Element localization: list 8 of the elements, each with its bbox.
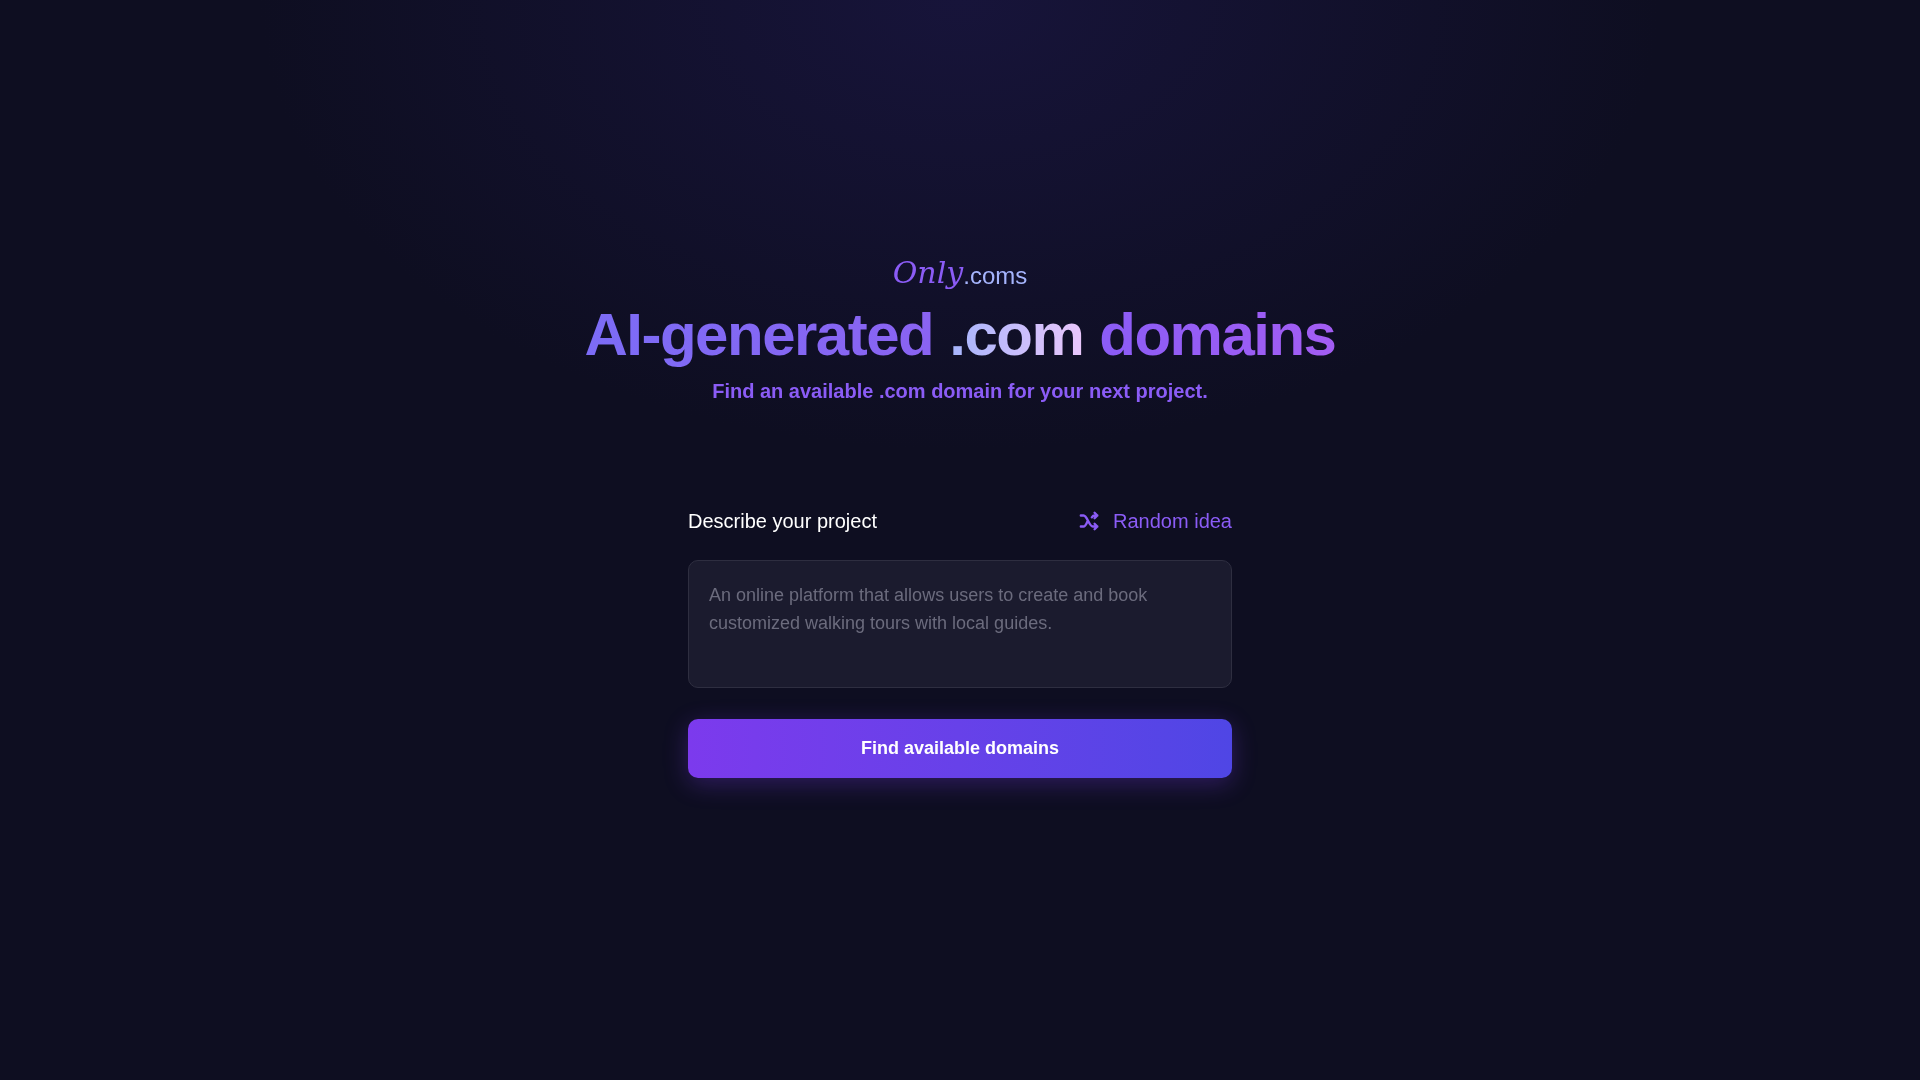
field-label: Describe your project — [688, 509, 877, 534]
subtitle: Find an available .com domain for your next project. — [712, 379, 1208, 404]
project-description-field[interactable]: An online platform that allows users to create and book customized walking tours with local guides. — [688, 560, 1232, 688]
logo-script: Only — [892, 258, 964, 288]
find-domains-button[interactable]: Find available domains — [688, 719, 1232, 778]
random-idea-button[interactable]: Random idea — [1075, 506, 1232, 536]
logo-suffix: .coms — [963, 264, 1028, 288]
headline: AI-generated .com domains — [584, 302, 1336, 368]
